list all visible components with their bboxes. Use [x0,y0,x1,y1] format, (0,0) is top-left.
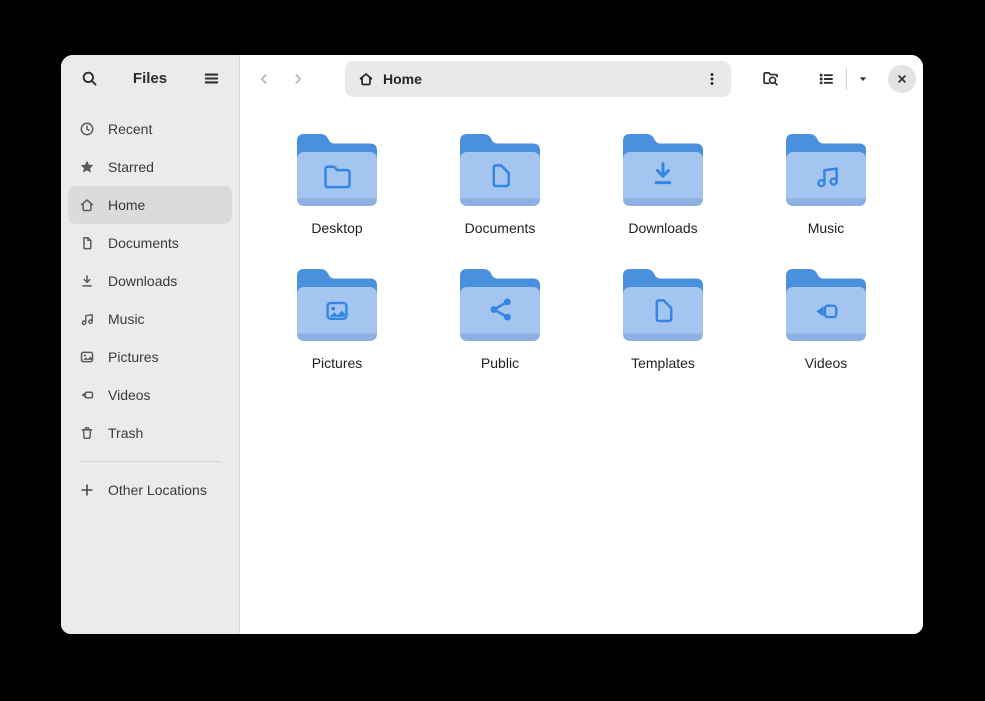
starred-icon [79,159,95,175]
trash-icon [79,425,95,441]
sidebar-item-home[interactable]: Home [68,186,232,224]
folder-label: Pictures [312,355,363,372]
sidebar-item-other-locations[interactable]: Other Locations [68,471,232,509]
window-close-button[interactable] [888,65,916,93]
toolbar: Home [240,55,923,102]
sidebar-item-videos[interactable]: Videos [68,376,232,414]
sidebar-item-pictures[interactable]: Pictures [68,338,232,376]
folder-icon [623,267,703,341]
sidebar-item-downloads[interactable]: Downloads [68,262,232,300]
folder-icon [297,267,377,341]
videos-icon [79,387,95,403]
folder-search-icon [762,70,779,87]
close-icon [894,71,910,87]
sidebar-item-music[interactable]: Music [68,300,232,338]
folder-label: Downloads [628,220,697,237]
folder-label: Desktop [311,220,362,237]
chevron-left-icon [256,71,272,87]
chevron-right-icon [290,71,306,87]
sidebar-item-label: Downloads [108,273,177,289]
main-pane: Home [240,55,923,634]
sidebar-item-label: Recent [108,121,152,137]
folder-item-documents[interactable]: Documents [445,132,555,237]
current-location-label: Home [383,71,689,87]
folder-icon [460,132,540,206]
folder-icon [623,132,703,206]
pictures-icon [79,349,95,365]
sidebar-item-trash[interactable]: Trash [68,414,232,452]
folder-item-templates[interactable]: Templates [608,267,718,372]
search-icon [81,70,98,87]
sidebar-item-label: Documents [108,235,179,251]
downloads-icon [79,273,95,289]
toolbar-right [753,62,916,96]
folder-item-downloads[interactable]: Downloads [608,132,718,237]
sidebar-item-label: Music [108,311,145,327]
path-bar[interactable]: Home [345,61,731,97]
folder-icon [460,267,540,341]
sidebar-divider [79,461,221,462]
kebab-menu-icon [704,71,720,87]
hamburger-menu-icon [203,70,220,87]
folder-item-pictures[interactable]: Pictures [282,267,392,372]
folder-item-public[interactable]: Public [445,267,555,372]
files-window: Files Recent Starred Home Documents [61,55,923,634]
main-menu-button[interactable] [195,63,227,95]
view-options-button[interactable] [850,62,876,96]
sidebar-item-starred[interactable]: Starred [68,148,232,186]
documents-icon [79,235,95,251]
view-switcher-separator [846,68,847,90]
folder-item-desktop[interactable]: Desktop [282,132,392,237]
folder-grid: Desktop Documents Downloads Music Pictur… [240,102,923,634]
list-view-button[interactable] [809,62,843,96]
home-icon [79,197,95,213]
folder-label: Videos [805,355,848,372]
recent-icon [79,121,95,137]
music-icon [79,311,95,327]
app-title: Files [133,70,167,87]
sidebar-item-label: Other Locations [108,482,207,498]
sidebar-item-label: Videos [108,387,151,403]
sidebar-header: Files [61,55,239,102]
folder-label: Documents [465,220,536,237]
sidebar-item-label: Starred [108,159,154,175]
search-everywhere-button[interactable] [753,62,787,96]
sidebar-item-label: Pictures [108,349,159,365]
forward-button[interactable] [281,62,315,96]
dropdown-arrow-icon [856,72,870,86]
view-switcher [809,62,876,96]
folder-label: Music [808,220,845,237]
sidebar-item-label: Home [108,197,145,213]
sidebar-list: Recent Starred Home Documents Downloads … [61,102,239,509]
sidebar: Files Recent Starred Home Documents [61,55,240,634]
folder-item-music[interactable]: Music [771,132,881,237]
folder-icon [297,132,377,206]
back-button[interactable] [247,62,281,96]
sidebar-item-documents[interactable]: Documents [68,224,232,262]
folder-label: Templates [631,355,695,372]
list-view-icon [818,71,834,87]
folder-icon [786,132,866,206]
sidebar-item-recent[interactable]: Recent [68,110,232,148]
sidebar-item-label: Trash [108,425,143,441]
folder-label: Public [481,355,519,372]
location-menu-button[interactable] [698,65,726,93]
folder-item-videos[interactable]: Videos [771,267,881,372]
home-icon [358,71,374,87]
search-button[interactable] [73,63,105,95]
plus-icon [79,482,95,498]
folder-icon [786,267,866,341]
